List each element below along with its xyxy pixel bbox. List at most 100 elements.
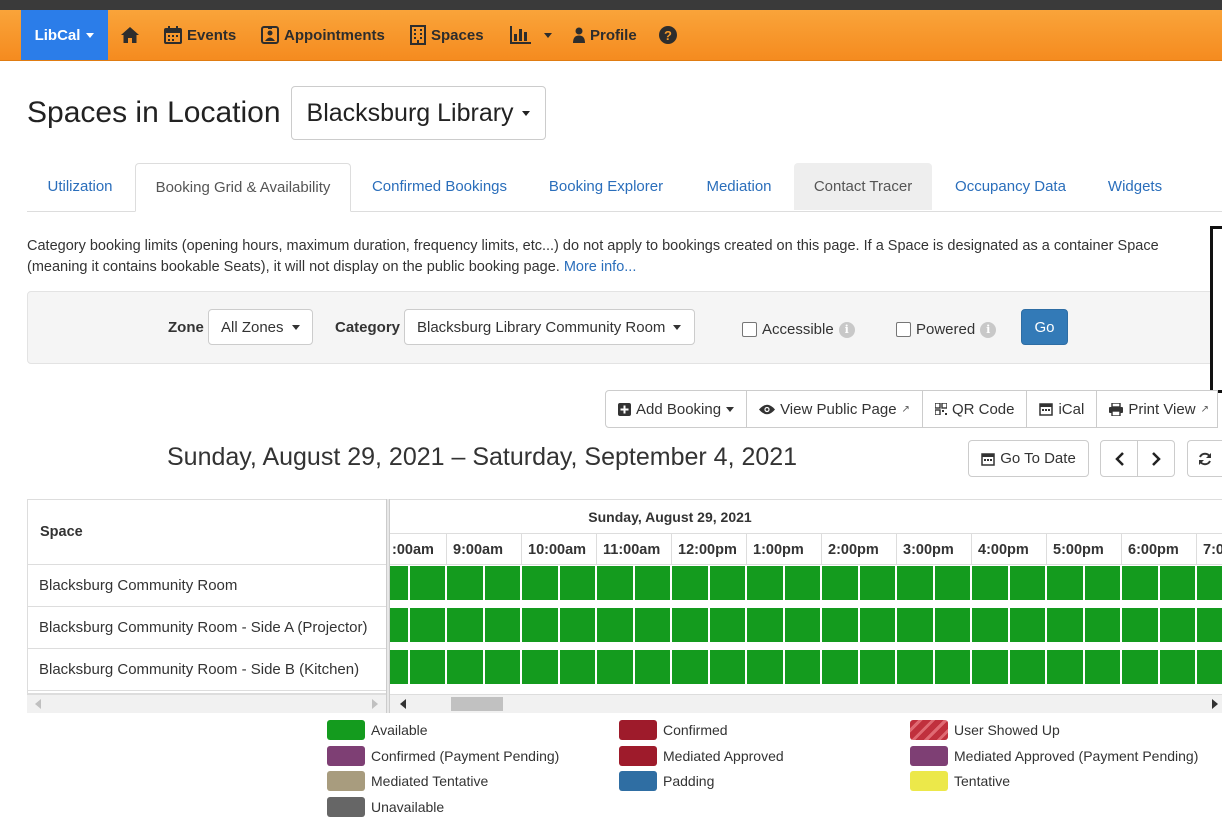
available-slot[interactable] bbox=[484, 650, 520, 684]
go-button[interactable]: Go bbox=[1021, 309, 1068, 345]
nav-spaces[interactable]: Spaces bbox=[410, 10, 484, 60]
available-slot[interactable] bbox=[1047, 566, 1083, 600]
available-slot[interactable] bbox=[672, 566, 708, 600]
available-slot[interactable] bbox=[409, 566, 445, 600]
available-slot[interactable] bbox=[709, 650, 745, 684]
view-public-page-button[interactable]: View Public Page ↗ bbox=[746, 390, 923, 428]
tab-mediation[interactable]: Mediation bbox=[690, 163, 788, 210]
available-slot[interactable] bbox=[859, 608, 895, 642]
available-slot[interactable] bbox=[390, 566, 408, 600]
available-slot[interactable] bbox=[822, 608, 858, 642]
available-slot[interactable] bbox=[1159, 608, 1195, 642]
available-slot[interactable] bbox=[447, 608, 483, 642]
available-slot[interactable] bbox=[1197, 650, 1222, 684]
available-slot[interactable] bbox=[559, 608, 595, 642]
print-view-button[interactable]: Print View ↗ bbox=[1096, 390, 1218, 428]
available-slot[interactable] bbox=[390, 650, 408, 684]
category-select[interactable]: Blacksburg Library Community Room bbox=[404, 309, 695, 345]
nav-appointments[interactable]: Appointments bbox=[261, 10, 385, 60]
add-booking-button[interactable]: Add Booking bbox=[605, 390, 748, 428]
available-slot[interactable] bbox=[1197, 608, 1222, 642]
info-icon[interactable]: i bbox=[838, 321, 855, 338]
available-slot[interactable] bbox=[409, 650, 445, 684]
space-row[interactable]: Blacksburg Community Room - Side B (Kitc… bbox=[28, 649, 386, 691]
available-slot[interactable] bbox=[1122, 650, 1158, 684]
accessible-checkbox[interactable] bbox=[742, 322, 757, 337]
available-slot[interactable] bbox=[1009, 608, 1045, 642]
available-slot[interactable] bbox=[1047, 608, 1083, 642]
available-slot[interactable] bbox=[897, 608, 933, 642]
nav-stats-menu[interactable] bbox=[509, 10, 552, 60]
available-slot[interactable] bbox=[522, 608, 558, 642]
nav-events[interactable]: Events bbox=[164, 10, 236, 60]
available-slot[interactable] bbox=[634, 566, 670, 600]
available-slot[interactable] bbox=[1084, 650, 1120, 684]
available-slot[interactable] bbox=[409, 608, 445, 642]
available-slot[interactable] bbox=[447, 566, 483, 600]
available-slot[interactable] bbox=[1009, 566, 1045, 600]
available-slot[interactable] bbox=[1159, 566, 1195, 600]
available-slot[interactable] bbox=[597, 608, 633, 642]
available-slot[interactable] bbox=[1122, 608, 1158, 642]
available-slot[interactable] bbox=[597, 650, 633, 684]
scroll-right-icon[interactable] bbox=[372, 699, 378, 709]
available-slot[interactable] bbox=[447, 650, 483, 684]
available-slot[interactable] bbox=[390, 608, 408, 642]
tab-widgets[interactable]: Widgets bbox=[1091, 163, 1179, 210]
available-slot[interactable] bbox=[1084, 608, 1120, 642]
space-column-scrollbar[interactable] bbox=[27, 694, 386, 713]
available-slot[interactable] bbox=[934, 650, 970, 684]
tab-confirmed-bookings[interactable]: Confirmed Bookings bbox=[352, 163, 527, 210]
available-slot[interactable] bbox=[784, 608, 820, 642]
next-week-button[interactable] bbox=[1137, 440, 1175, 477]
info-icon[interactable]: i bbox=[980, 321, 997, 338]
scroll-left-icon[interactable] bbox=[35, 699, 41, 709]
available-slot[interactable] bbox=[972, 566, 1008, 600]
grid-horizontal-scrollbar[interactable] bbox=[390, 694, 1222, 713]
available-slot[interactable] bbox=[747, 566, 783, 600]
available-slot[interactable] bbox=[784, 566, 820, 600]
tab-booking-grid[interactable]: Booking Grid & Availability bbox=[135, 163, 351, 212]
available-slot[interactable] bbox=[1009, 650, 1045, 684]
tab-contact-tracer[interactable]: Contact Tracer bbox=[794, 163, 932, 210]
available-slot[interactable] bbox=[522, 650, 558, 684]
space-row[interactable]: Blacksburg Community Room bbox=[28, 565, 386, 607]
available-slot[interactable] bbox=[559, 566, 595, 600]
scroll-left-icon[interactable] bbox=[400, 699, 406, 709]
more-info-link[interactable]: More info... bbox=[564, 259, 637, 275]
available-slot[interactable] bbox=[484, 566, 520, 600]
qr-code-button[interactable]: QR Code bbox=[921, 390, 1028, 428]
available-slot[interactable] bbox=[784, 650, 820, 684]
available-slot[interactable] bbox=[897, 650, 933, 684]
available-slot[interactable] bbox=[972, 608, 1008, 642]
available-slot[interactable] bbox=[934, 608, 970, 642]
go-to-date-button[interactable]: Go To Date bbox=[968, 440, 1089, 477]
available-slot[interactable] bbox=[972, 650, 1008, 684]
available-slot[interactable] bbox=[859, 650, 895, 684]
available-slot[interactable] bbox=[822, 650, 858, 684]
available-slot[interactable] bbox=[1122, 566, 1158, 600]
nav-home[interactable] bbox=[120, 10, 140, 60]
available-slot[interactable] bbox=[747, 608, 783, 642]
zone-select[interactable]: All Zones bbox=[208, 309, 313, 345]
available-slot[interactable] bbox=[934, 566, 970, 600]
available-slot[interactable] bbox=[709, 608, 745, 642]
available-slot[interactable] bbox=[672, 608, 708, 642]
available-slot[interactable] bbox=[859, 566, 895, 600]
nav-help[interactable]: ? bbox=[659, 10, 677, 60]
nav-profile[interactable]: Profile bbox=[573, 10, 637, 60]
brand-menu-button[interactable]: LibCal bbox=[21, 10, 108, 60]
available-slot[interactable] bbox=[634, 608, 670, 642]
available-slot[interactable] bbox=[897, 566, 933, 600]
available-slot[interactable] bbox=[747, 650, 783, 684]
available-slot[interactable] bbox=[1159, 650, 1195, 684]
previous-week-button[interactable] bbox=[1100, 440, 1139, 477]
available-slot[interactable] bbox=[1047, 650, 1083, 684]
tab-utilization[interactable]: Utilization bbox=[27, 163, 133, 210]
available-slot[interactable] bbox=[709, 566, 745, 600]
ical-button[interactable]: iCal bbox=[1026, 390, 1098, 428]
available-slot[interactable] bbox=[1084, 566, 1120, 600]
available-slot[interactable] bbox=[484, 608, 520, 642]
refresh-button[interactable] bbox=[1187, 440, 1222, 477]
scroll-right-icon[interactable] bbox=[1212, 699, 1218, 709]
